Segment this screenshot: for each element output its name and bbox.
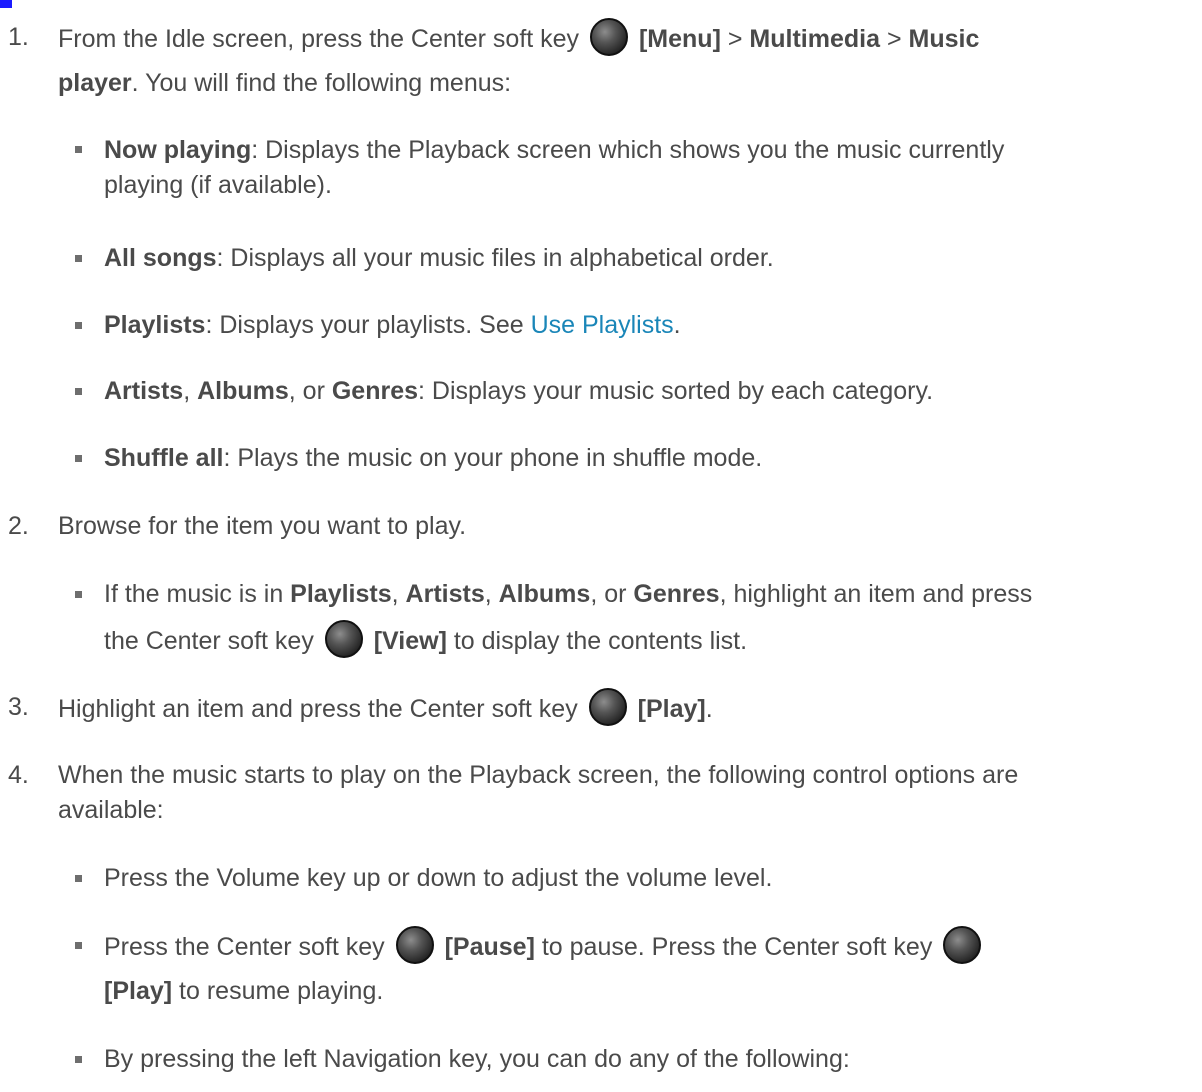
step-4-line-1: When the music starts to play on the Pla… — [58, 761, 1019, 789]
center-soft-key-icon — [588, 688, 627, 726]
step-2-number: 2. — [8, 512, 29, 540]
all-songs-desc: : Displays all your music files in alpha… — [216, 244, 774, 272]
bullet-now-playing: Now playing: Displays the Playback scree… — [104, 131, 1004, 169]
step-4-line-2: available: — [58, 796, 164, 824]
step-2-bullet-line-2: the Center soft key [View] to display th… — [104, 620, 747, 660]
step-2-bullet-line-1: If the music is in Playlists, Artists, A… — [104, 575, 1032, 613]
shuffle-all-label: Shuffle all — [104, 444, 224, 472]
bullet-pause-line-1: Press the Center soft key [Pause] to pau… — [104, 926, 985, 966]
artists-label: Artists — [104, 377, 184, 405]
separator: , — [391, 580, 406, 608]
artists-label: Artists — [405, 580, 485, 608]
step-3-line: Highlight an item and press the Center s… — [58, 688, 713, 728]
multimedia-label: Multimedia — [749, 25, 880, 53]
view-text-end: to display the contents list. — [446, 627, 748, 655]
category-desc: : Displays your music sorted by each cat… — [418, 377, 934, 405]
resume-text: to resume playing. — [172, 977, 384, 1005]
top-edge-mark — [0, 0, 12, 8]
bullet-artists-albums-genres: Artists, Albums, or Genres: Displays you… — [104, 372, 933, 410]
bullet-marker — [75, 942, 82, 949]
bullet-marker — [75, 875, 82, 882]
albums-label: Albums — [197, 377, 289, 405]
step-1-text: From the Idle screen, press the Center s… — [58, 25, 580, 53]
step-2-text: Browse for the item you want to play. — [58, 512, 467, 540]
bullet-navigation: By pressing the left Navigation key, you… — [104, 1045, 850, 1073]
play-label: [Play] — [104, 977, 173, 1005]
separator: , or — [590, 580, 634, 608]
playlists-desc: : Displays your playlists. See — [205, 311, 531, 339]
center-soft-key-icon — [943, 926, 982, 964]
player-label: player — [58, 69, 132, 97]
play-label: [Play] — [637, 695, 706, 723]
use-playlists-link[interactable]: Use Playlists — [531, 311, 674, 339]
playlists-desc-end: . — [673, 311, 681, 339]
bullet-marker — [75, 1056, 82, 1063]
view-text: the Center soft key — [104, 627, 314, 655]
bullet-marker — [75, 591, 82, 598]
shuffle-all-desc: : Plays the music on your phone in shuff… — [223, 444, 763, 472]
music-label: Music — [908, 25, 980, 53]
separator: , or — [288, 377, 332, 405]
bullet-now-playing-cont: playing (if available). — [104, 166, 332, 204]
center-soft-key-icon — [395, 926, 434, 964]
step-3-text-end: . — [705, 695, 713, 723]
genres-label: Genres — [331, 377, 419, 405]
step-1-line-2: player. You will find the following menu… — [58, 64, 511, 102]
bullet-marker — [75, 255, 82, 262]
now-playing-label: Now playing — [104, 136, 252, 164]
now-playing-desc: : Displays the Playback screen which sho… — [251, 136, 1005, 164]
bullet-pause-line-2: [Play] to resume playing. — [104, 972, 383, 1010]
pause-text-cont: to pause. Press the Center soft key — [534, 933, 933, 961]
step-1-number: 1. — [8, 23, 29, 51]
view-label: [View] — [373, 627, 447, 655]
pause-text: Press the Center soft key — [104, 933, 385, 961]
step-1-line-1: From the Idle screen, press the Center s… — [58, 18, 979, 58]
bullet-marker — [75, 146, 82, 153]
bullet-all-songs: All songs: Displays all your music files… — [104, 239, 774, 277]
center-soft-key-icon — [590, 18, 629, 56]
all-songs-label: All songs — [104, 244, 217, 272]
playlists-label: Playlists — [290, 580, 392, 608]
menu-label: [Menu] — [638, 25, 721, 53]
bullet-marker — [75, 322, 82, 329]
playlists-label: Playlists — [104, 311, 206, 339]
path-separator: > — [727, 25, 743, 53]
albums-label: Albums — [498, 580, 591, 608]
bullet-volume: Press the Volume key up or down to adjus… — [104, 864, 773, 892]
separator: , — [484, 580, 499, 608]
bullet-marker — [75, 455, 82, 462]
step-1-text-end: . You will find the following menus: — [131, 69, 512, 97]
genres-label: Genres — [633, 580, 720, 608]
browse-text-end: , highlight an item and press — [719, 580, 1033, 608]
center-soft-key-icon — [324, 620, 363, 658]
now-playing-desc-cont: playing (if available). — [104, 171, 332, 199]
pause-label: [Pause] — [444, 933, 535, 961]
step-3-number: 3. — [8, 693, 29, 721]
separator: , — [183, 377, 198, 405]
browse-text: If the music is in — [104, 580, 291, 608]
step-3-text: Highlight an item and press the Center s… — [58, 695, 578, 723]
bullet-marker — [75, 388, 82, 395]
bullet-shuffle-all: Shuffle all: Plays the music on your pho… — [104, 439, 762, 477]
step-4-number: 4. — [8, 761, 29, 789]
bullet-playlists: Playlists: Displays your playlists. See … — [104, 306, 681, 344]
path-separator: > — [886, 25, 902, 53]
